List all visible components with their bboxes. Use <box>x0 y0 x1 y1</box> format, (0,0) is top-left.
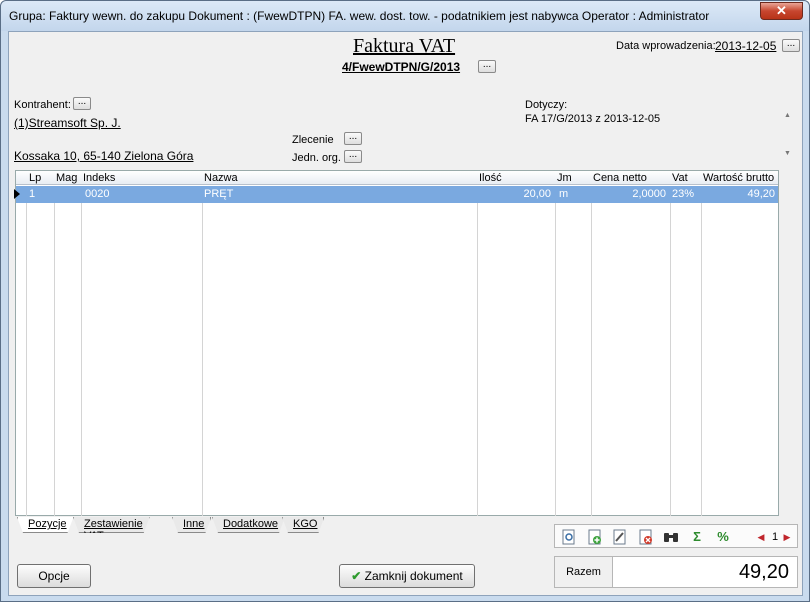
column-divider <box>81 186 82 516</box>
date-label: Data wprowadzenia: <box>616 40 716 52</box>
tab-kgo[interactable]: KGO <box>282 517 324 533</box>
contractor-label: Kontrahent: <box>14 99 71 111</box>
cell-lp: 1 <box>29 188 36 200</box>
document-number-button[interactable]: ... <box>478 60 496 73</box>
column-divider <box>591 186 592 516</box>
scroll-down-icon[interactable]: ▼ <box>784 150 791 157</box>
scroll-up-icon[interactable]: ▲ <box>784 112 791 119</box>
total-value: 49,20 <box>738 561 789 583</box>
cell-nazwa: PRĘT <box>204 188 234 200</box>
org-unit-button[interactable]: ... <box>344 150 362 163</box>
tab-zestawienie-vat[interactable]: Zestawienie VAT <box>73 517 150 533</box>
date-button[interactable]: ... <box>782 39 800 52</box>
column-header-nazwa[interactable]: Nazwa <box>204 172 238 184</box>
close-button[interactable]: ✕ <box>760 2 803 20</box>
add-icon[interactable] <box>587 529 603 545</box>
contractor-name[interactable]: (1)Streamsoft Sp. J. <box>14 116 121 130</box>
window-title: Grupa: Faktury wewn. do zakupu Dokument … <box>9 9 710 23</box>
tab-dodatkowe[interactable]: Dodatkowe <box>212 517 285 533</box>
cell-ilosc: 20,00 <box>523 188 551 200</box>
column-header-cena[interactable]: Cena netto <box>593 172 647 184</box>
cell-indeks: 0020 <box>85 188 110 200</box>
column-header-jm[interactable]: Jm <box>557 172 572 184</box>
binoculars-icon[interactable] <box>663 529 679 545</box>
column-header-wartosc[interactable]: Wartość brutto <box>703 172 774 184</box>
title-bar: Grupa: Faktury wewn. do zakupu Dokument … <box>1 1 809 31</box>
date-value: 2013-12-05 <box>715 39 777 53</box>
cell-cena: 2,0000 <box>632 188 666 200</box>
org-unit-label: Jedn. org. <box>292 152 341 164</box>
preview-icon[interactable] <box>561 529 577 545</box>
document-form: Faktura VAT 4/FwewDTPN/G/2013 ... Data w… <box>8 31 803 596</box>
column-divider <box>477 186 478 516</box>
next-page-icon[interactable]: ▶ <box>779 529 795 545</box>
order-button[interactable]: ... <box>344 132 362 145</box>
column-divider <box>202 186 203 516</box>
tab-pozycje[interactable]: Pozycje <box>17 517 74 533</box>
concerns-label: Dotyczy: <box>525 99 568 111</box>
column-divider <box>555 186 556 516</box>
column-header-vat[interactable]: Vat <box>672 172 688 184</box>
cell-jm: m <box>559 188 569 200</box>
concerns-scrollbar[interactable]: ▲ ▼ <box>782 112 796 162</box>
column-header-indeks[interactable]: Indeks <box>83 172 115 184</box>
column-header-ilosc[interactable]: Ilość <box>479 172 502 184</box>
percent-icon[interactable]: % <box>715 529 731 545</box>
page-title: Faktura VAT <box>353 35 456 57</box>
tab-inne[interactable]: Inne <box>172 517 211 533</box>
total-panel: Razem 49,20 <box>554 556 798 588</box>
column-divider <box>54 186 55 516</box>
app-window: Grupa: Faktury wewn. do zakupu Dokument … <box>0 0 810 602</box>
column-header-lp[interactable]: Lp <box>29 172 41 184</box>
cell-wartosc: 49,20 <box>747 188 775 200</box>
order-label: Zlecenie <box>292 134 334 146</box>
close-document-label: Zamknij dokument <box>364 569 463 583</box>
contractor-button[interactable]: ... <box>73 97 91 110</box>
items-table: Lp Mag Indeks Nazwa Ilość Jm Cena netto … <box>14 170 779 516</box>
grid-toolbar: Σ % ◀ 1 ▶ <box>554 524 798 548</box>
checkmark-icon: ✔ <box>351 569 362 583</box>
current-row-indicator-icon <box>14 189 20 199</box>
contractor-address: Kossaka 10, 65-140 Zielona Góra <box>14 149 194 163</box>
concerns-value: FA 17/G/2013 z 2013-12-05 <box>525 113 661 125</box>
column-header-mag[interactable]: Mag <box>56 172 77 184</box>
table-header: Lp Mag Indeks Nazwa Ilość Jm Cena netto … <box>16 171 778 185</box>
sum-icon[interactable]: Σ <box>689 529 705 545</box>
delete-icon[interactable] <box>638 529 654 545</box>
total-label: Razem <box>555 557 613 587</box>
column-divider <box>670 186 671 516</box>
edit-icon[interactable] <box>612 529 628 545</box>
close-document-button[interactable]: ✔ Zamknij dokument <box>339 564 475 588</box>
table-row[interactable]: 1 0020 PRĘT 20,00 m 2,0000 23% 49,20 <box>14 186 778 203</box>
cell-vat: 23% <box>672 188 695 200</box>
options-button[interactable]: Opcje <box>17 564 91 588</box>
column-divider <box>701 186 702 516</box>
column-divider <box>26 186 27 516</box>
document-number: 4/FwewDTPN/G/2013 <box>342 60 461 74</box>
